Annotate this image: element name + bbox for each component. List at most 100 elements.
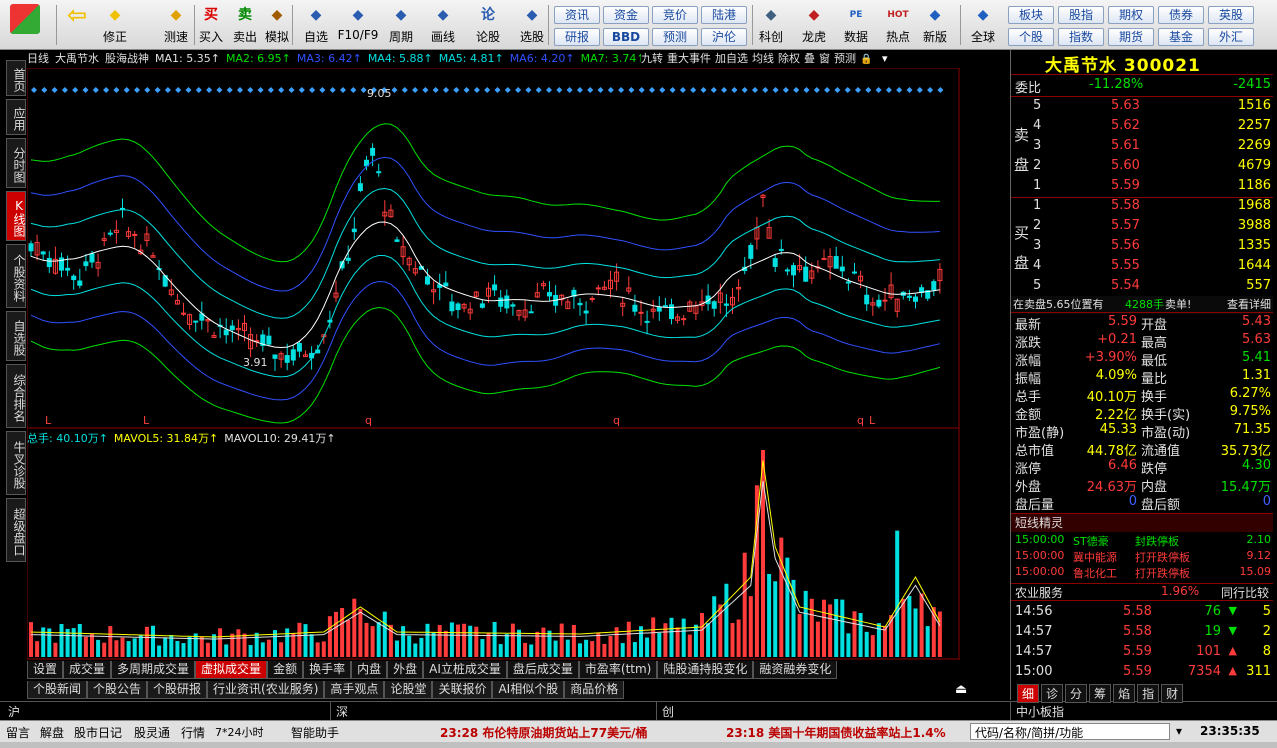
sell-level-row[interactable]: 1 5.59 1186 [1011,178,1273,196]
news-ticker-1[interactable]: 23:28 布伦特原油期货站上77美元/桶 [440,724,647,741]
index-label[interactable]: 创 [662,703,674,720]
indicator-tab[interactable]: 外盘 [387,661,424,679]
chart-tool-button[interactable]: 窗 [819,52,830,65]
news-tab[interactable]: 高手观点 [324,681,385,699]
indicator-tab[interactable]: 陆股通持股变化 [657,661,754,679]
indicator-tab[interactable]: 设置 [27,661,64,679]
indicator-tab[interactable]: 金额 [267,661,304,679]
watchlist-button[interactable]: ◆ 自选 [298,4,334,48]
nav-item[interactable]: 超级盘口 [6,498,26,562]
grid-app-button[interactable] [8,4,42,48]
indicator-tab[interactable]: 内盘 [351,661,388,679]
status-link[interactable]: 股灵通 [134,724,170,741]
indicator-tab[interactable]: 成交量 [63,661,112,679]
indicator-tab[interactable]: 融资融券变化 [753,661,838,679]
nav-item[interactable]: 自选股 [6,311,26,361]
status-link[interactable]: 留言 [6,724,30,741]
nav-item[interactable]: 应用 [6,99,26,135]
quick-button[interactable]: BBD [603,28,649,46]
buy-button[interactable]: 买买入 [196,4,226,48]
kline-chart-svg[interactable]: 9.508.146.775.424.0519655157241179378623… [27,50,960,660]
buy-level-row[interactable]: 1 5.58 1968 [1011,198,1273,216]
tick-tab[interactable]: 焰 [1113,684,1136,703]
nav-item[interactable]: 牛叉诊股 [6,431,26,495]
quick-button[interactable]: 个股 [1008,28,1054,46]
quick-button[interactable]: 板块 [1008,6,1054,24]
f10-button[interactable]: ◆ F10/F9 [336,4,380,48]
indicator-tab[interactable]: 多周期成交量 [111,661,196,679]
index-label[interactable]: 深 [336,703,348,720]
expand-up-icon[interactable]: ⏏ [955,682,967,697]
chart-tool-button[interactable]: 叠 [804,52,815,65]
new-version-button[interactable]: ◆ 新版 [920,4,950,48]
sell-button[interactable]: 卖卖出 [230,4,260,48]
star-market-button[interactable]: ◆ 科创 [754,4,788,48]
search-input[interactable]: 代码/名称/简拼/功能 [970,723,1170,740]
status-link[interactable]: 股市日记 [74,724,122,741]
index-label[interactable]: 沪 [8,703,20,720]
fix-button[interactable]: ◆ 修正 [100,4,130,48]
indicator-tab[interactable]: 虚拟成交量 [195,661,268,679]
quick-button[interactable]: 资讯 [554,6,600,24]
sell-level-row[interactable]: 2 5.60 4679 [1011,158,1273,176]
tick-tab[interactable]: 诊 [1041,684,1064,703]
tick-tab[interactable]: 分 [1065,684,1088,703]
quick-button[interactable]: 资金 [603,6,649,24]
quick-button[interactable]: 外汇 [1208,28,1254,46]
status-link[interactable]: 智能助手 [291,724,339,741]
nav-item[interactable]: 首页 [6,60,26,96]
quick-button[interactable]: 债券 [1158,6,1204,24]
indicator-tab[interactable]: 市盈率(ttm) [578,661,658,679]
back-arrow-button[interactable]: ⇦ [62,3,92,48]
sprite-row[interactable]: 15:00:00 鲁北化工 打开跌停板 15.09 [1011,565,1273,583]
tick-tab[interactable]: 财 [1161,684,1184,703]
news-ticker-2[interactable]: 23:18 美国十年期国债收益率站上1.4% [726,724,946,741]
indicator-tab[interactable]: AI立桩成交量 [423,661,507,679]
quick-button[interactable]: 竞价 [652,6,698,24]
chart-tool-button[interactable]: 九转 [641,52,663,65]
simulate-button[interactable]: ◆ 模拟 [262,4,292,48]
quick-button[interactable]: 基金 [1158,28,1204,46]
news-tab[interactable]: 个股新闻 [27,681,88,699]
chart-tool-button[interactable]: 预测 [834,52,856,65]
news-tab[interactable]: 商品价格 [564,681,625,699]
nav-item[interactable]: 分时图 [6,138,26,188]
chart-tool-button[interactable]: 除权 [778,52,800,65]
news-tab[interactable]: 关联报价 [432,681,493,699]
news-tab[interactable]: 个股公告 [87,681,148,699]
indicator-tab[interactable]: 盘后成交量 [506,661,579,679]
quick-button[interactable]: 研报 [554,28,600,46]
buy-level-row[interactable]: 5 5.54 557 [1011,278,1273,296]
quick-button[interactable]: 股指 [1058,6,1104,24]
dragon-tiger-button[interactable]: ◆ 龙虎 [796,4,832,48]
notice-detail-link[interactable]: 查看详细 [1227,296,1271,312]
indicator-tab[interactable]: 换手率 [303,661,352,679]
lock-icon[interactable]: 🔒 [860,54,872,65]
speed-button[interactable]: ◆ 测速 [160,4,192,48]
sprite-title[interactable]: 短线精灵 [1011,514,1273,532]
chart-tool-button[interactable]: 加自选 [715,52,748,65]
quick-button[interactable]: 陆港 [701,6,747,24]
status-link[interactable]: 行情 [181,724,205,741]
status-link[interactable]: 解盘 [40,724,64,741]
news-tab[interactable]: 个股研报 [147,681,208,699]
sell-level-row[interactable]: 4 5.62 2257 [1011,118,1273,136]
quick-button[interactable]: 沪伦 [701,28,747,46]
sector-row[interactable]: 农业服务 1.96% 同行比较 [1011,583,1273,601]
peer-compare-link[interactable]: 同行比较 [1221,584,1269,601]
news-tab[interactable]: 论股堂 [384,681,433,699]
menu-icon[interactable]: ▾ [878,52,888,65]
news-tab[interactable]: 行业资讯(农业服务) [207,681,325,699]
hot-button[interactable]: HOT 热点 [880,4,916,48]
tick-tab[interactable]: 细 [1017,684,1040,703]
tick-tab[interactable]: 筹 [1089,684,1112,703]
buy-level-row[interactable]: 2 5.57 3988 [1011,218,1273,236]
draw-line-button[interactable]: ◆ 画线 [424,4,462,48]
chart-tool-button[interactable]: 均线 [752,52,774,65]
period-button[interactable]: ◆ 周期 [382,4,420,48]
news-tab[interactable]: AI相似个股 [492,681,565,699]
nav-item[interactable]: 综合排名 [6,364,26,428]
search-dropdown-icon[interactable]: ▾ [1176,724,1182,738]
quick-button[interactable]: 期货 [1108,28,1154,46]
sell-level-row[interactable]: 3 5.61 2269 [1011,138,1273,156]
